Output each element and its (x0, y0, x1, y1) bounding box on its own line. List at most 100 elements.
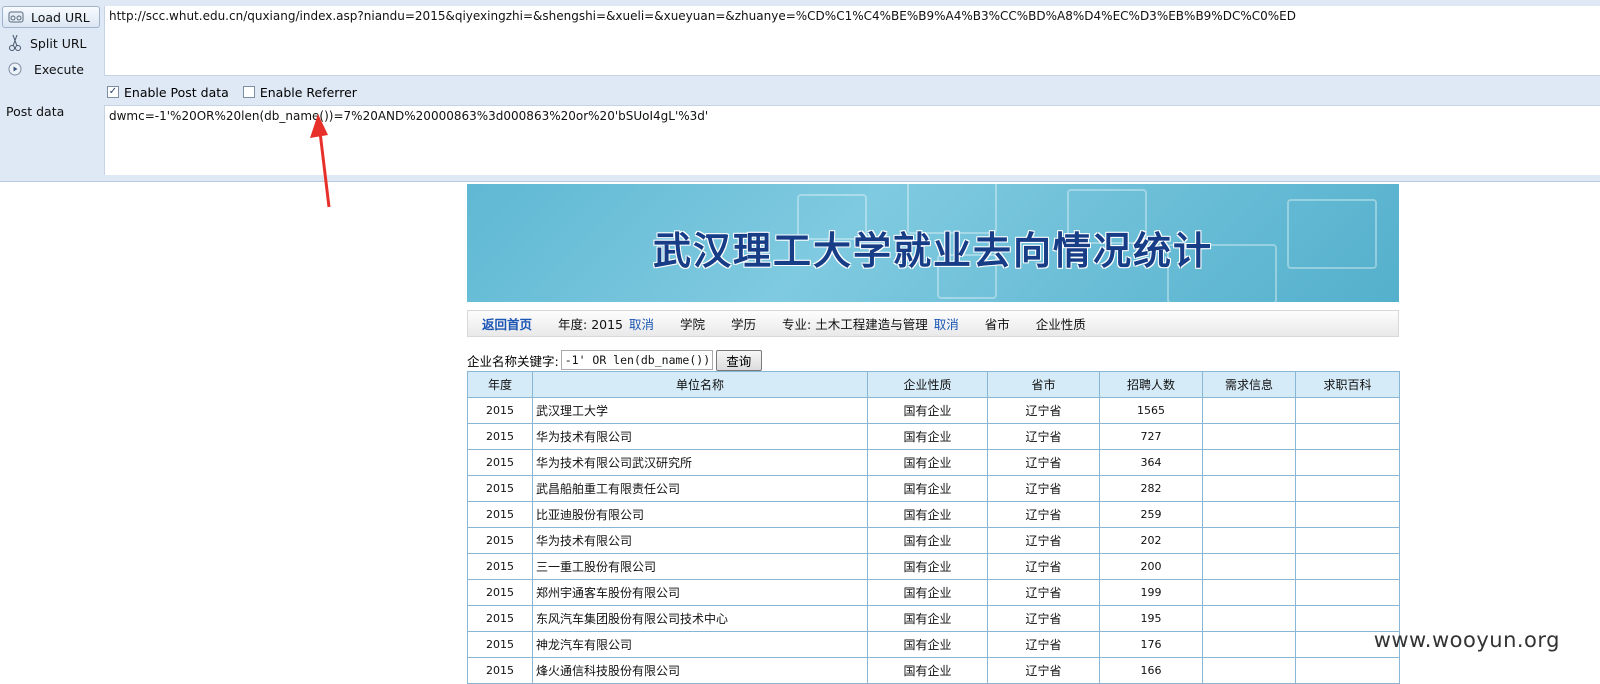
recruit-count-cell: 166 (1099, 657, 1203, 684)
company-name-cell: 武汉理工大学 (532, 397, 868, 424)
enterprise-type-cell: 国有企业 (867, 553, 988, 580)
enterprise-type-cell: 国有企业 (867, 605, 988, 632)
recruit-count-cell: 199 (1099, 579, 1203, 606)
table-row: 2015 武汉理工大学 国有企业 辽宁省 1565 (467, 397, 1400, 424)
recruit-count-cell: 282 (1099, 475, 1203, 502)
province-cell: 辽宁省 (987, 657, 1100, 684)
execute-label: Execute (34, 61, 84, 77)
table-row: 2015 东风汽车集团股份有限公司技术中心 国有企业 辽宁省 195 (467, 605, 1400, 632)
table-row: 2015 烽火通信科技股份有限公司 国有企业 辽宁省 166 (467, 657, 1400, 684)
company-name-cell: 比亚迪股份有限公司 (532, 501, 868, 528)
home-link[interactable]: 返回首页 (482, 314, 532, 333)
enterprise-type-cell: 国有企业 (867, 501, 988, 528)
year-cell: 2015 (467, 475, 533, 502)
company-name-cell: 烽火通信科技股份有限公司 (532, 657, 868, 684)
column-header: 企业性质 (867, 371, 988, 398)
major-cancel-link[interactable]: 取消 (934, 317, 959, 332)
column-header: 年度 (467, 371, 533, 398)
province-cell: 辽宁省 (987, 423, 1100, 450)
split-url-button[interactable]: Split URL (2, 32, 100, 54)
post-data-label: Post data (6, 104, 65, 119)
scissors-icon (6, 34, 24, 52)
recruit-count-cell: 176 (1099, 631, 1203, 658)
enterprise-type-cell: 国有企业 (867, 527, 988, 554)
company-name-cell: 郑州宇通客车股份有限公司 (532, 579, 868, 606)
search-input[interactable]: -1' OR len(db_name()): (560, 350, 713, 370)
province-filter-link[interactable]: 省市 (985, 314, 1010, 333)
demand-info-cell[interactable] (1202, 527, 1296, 554)
enterprise-type-filter-link[interactable]: 企业性质 (1036, 314, 1086, 333)
year-cell: 2015 (467, 579, 533, 606)
demand-info-cell[interactable] (1202, 423, 1296, 450)
table-row: 2015 神龙汽车有限公司 国有企业 辽宁省 176 (467, 631, 1400, 658)
demand-info-cell[interactable] (1202, 605, 1296, 632)
enable-referrer-checkbox[interactable]: Enable Referrer (242, 84, 357, 100)
split-url-label: Split URL (30, 35, 87, 51)
demand-info-cell[interactable] (1202, 579, 1296, 606)
province-cell: 辽宁省 (987, 527, 1100, 554)
enterprise-type-cell: 国有企业 (867, 397, 988, 424)
year-cell: 2015 (467, 527, 533, 554)
recruit-count-cell: 195 (1099, 605, 1203, 632)
province-cell: 辽宁省 (987, 397, 1100, 424)
nav-major: 专业: 土木工程建造与管理 取消 (782, 314, 959, 333)
degree-filter-link[interactable]: 学历 (731, 314, 756, 333)
demand-info-cell[interactable] (1202, 397, 1296, 424)
demand-info-cell[interactable] (1202, 501, 1296, 528)
table-header-row: 年度 单位名称 企业性质 省市 招聘人数 需求信息 求职百科 (467, 371, 1400, 398)
hackbar-panel: Load URL Split URL Execute http://scc.wh… (0, 0, 1600, 182)
career-wiki-cell[interactable] (1295, 449, 1400, 476)
province-cell: 辽宁省 (987, 605, 1100, 632)
demand-info-cell[interactable] (1202, 631, 1296, 658)
column-header: 需求信息 (1202, 371, 1296, 398)
recruit-count-cell: 727 (1099, 423, 1203, 450)
career-wiki-cell[interactable] (1295, 501, 1400, 528)
table-row: 2015 三一重工股份有限公司 国有企业 辽宁省 200 (467, 553, 1400, 580)
province-cell: 辽宁省 (987, 631, 1100, 658)
career-wiki-cell[interactable] (1295, 397, 1400, 424)
company-name-cell: 武昌船舶重工有限责任公司 (532, 475, 868, 502)
recruit-count-cell: 259 (1099, 501, 1203, 528)
search-label: 企业名称关键字: (467, 353, 559, 369)
checkbox-unchecked-icon (242, 86, 255, 98)
table-row: 2015 郑州宇通客车股份有限公司 国有企业 辽宁省 199 (467, 579, 1400, 606)
results-table: 年度 单位名称 企业性质 省市 招聘人数 需求信息 求职百科 2015 武汉理工大… (467, 371, 1400, 684)
banner-title: 武汉理工大学就业去向情况统计 (652, 228, 1213, 273)
table-row: 2015 武昌船舶重工有限责任公司 国有企业 辽宁省 282 (467, 475, 1400, 502)
column-header: 单位名称 (532, 371, 868, 398)
career-wiki-cell[interactable] (1295, 579, 1400, 606)
execute-button[interactable]: Execute (2, 58, 100, 80)
enterprise-type-cell: 国有企业 (867, 423, 988, 450)
career-wiki-cell[interactable] (1295, 657, 1400, 684)
year-cell: 2015 (467, 553, 533, 580)
enterprise-type-cell: 国有企业 (867, 579, 988, 606)
year-cancel-link[interactable]: 取消 (629, 317, 654, 332)
hackbar-sidebar: Load URL Split URL Execute (0, 0, 104, 182)
career-wiki-cell[interactable] (1295, 553, 1400, 580)
hackbar-options: ✓ Enable Post data Enable Referrer (107, 83, 371, 101)
enable-referrer-label: Enable Referrer (259, 84, 357, 100)
career-wiki-cell[interactable] (1295, 423, 1400, 450)
url-field[interactable]: http://scc.whut.edu.cn/quxiang/index.asp… (104, 6, 1600, 76)
search-button[interactable]: 查询 (715, 349, 762, 371)
load-url-button[interactable]: Load URL (2, 6, 100, 28)
demand-info-cell[interactable] (1202, 657, 1296, 684)
enable-post-checkbox[interactable]: ✓ Enable Post data (107, 85, 229, 100)
province-cell: 辽宁省 (987, 553, 1100, 580)
company-name-cell: 华为技术有限公司 (532, 423, 868, 450)
year-cell: 2015 (467, 657, 533, 684)
demand-info-cell[interactable] (1202, 553, 1296, 580)
college-filter-link[interactable]: 学院 (680, 314, 705, 333)
company-name-cell: 华为技术有限公司 (532, 527, 868, 554)
career-wiki-cell[interactable] (1295, 527, 1400, 554)
demand-info-cell[interactable] (1202, 475, 1296, 502)
nav-year: 年度: 2015 取消 (558, 314, 654, 333)
play-icon (6, 60, 24, 78)
column-header: 招聘人数 (1099, 371, 1203, 398)
province-cell: 辽宁省 (987, 475, 1100, 502)
company-name-cell: 华为技术有限公司武汉研究所 (532, 449, 868, 476)
recruit-count-cell: 364 (1099, 449, 1203, 476)
career-wiki-cell[interactable] (1295, 475, 1400, 502)
province-cell: 辽宁省 (987, 449, 1100, 476)
demand-info-cell[interactable] (1202, 449, 1296, 476)
